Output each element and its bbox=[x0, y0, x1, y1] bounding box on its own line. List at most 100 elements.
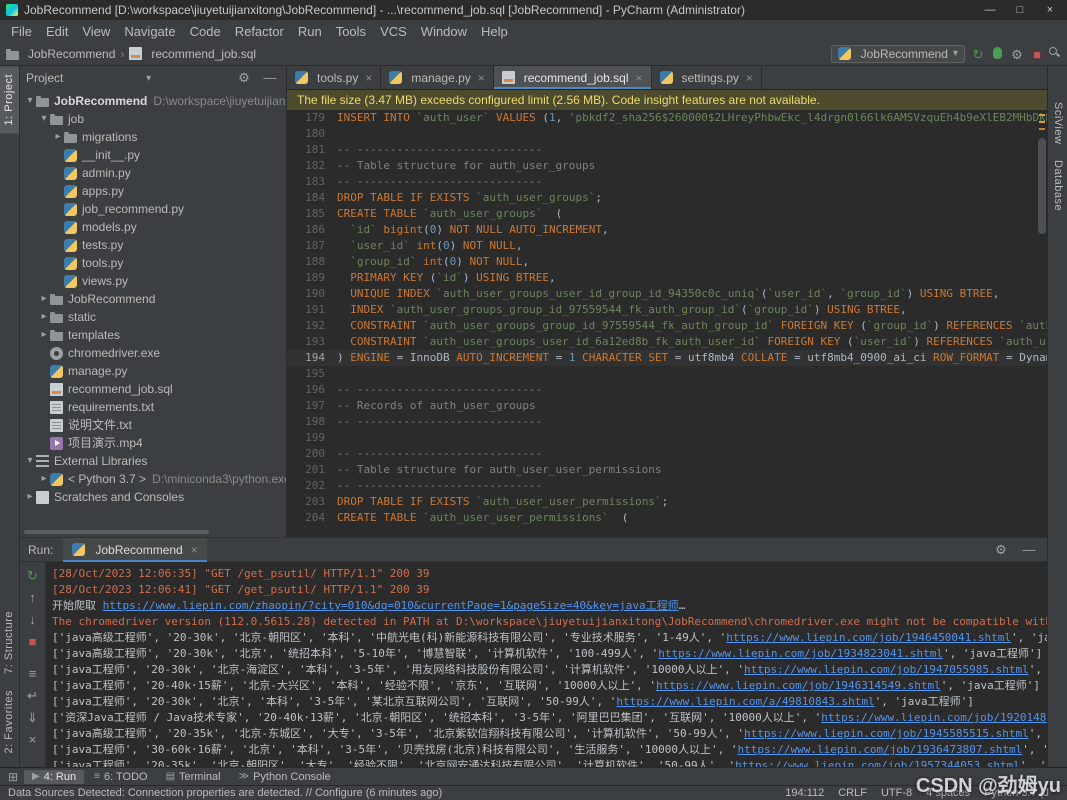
editor-scrollbar[interactable] bbox=[1037, 110, 1047, 537]
close-icon[interactable]: × bbox=[365, 71, 372, 85]
expand-arrow-icon[interactable]: ▸ bbox=[24, 488, 36, 506]
code-line[interactable]: 203DROP TABLE IF EXISTS `auth_user_user_… bbox=[287, 494, 1047, 510]
tree-item[interactable]: job_recommend.py bbox=[20, 200, 286, 218]
menu-edit[interactable]: Edit bbox=[39, 22, 75, 41]
code-line[interactable]: 188 `group_id` int(0) NOT NULL, bbox=[287, 254, 1047, 270]
console-output[interactable]: [28/Oct/2023 12:06:35] "GET /get_psutil/… bbox=[46, 562, 1047, 767]
code-line[interactable]: 190 UNIQUE INDEX `auth_user_groups_user_… bbox=[287, 286, 1047, 302]
tree-item[interactable]: views.py bbox=[20, 272, 286, 290]
menu-icon[interactable]: ≡ bbox=[23, 665, 43, 683]
close-button[interactable]: × bbox=[1035, 4, 1065, 16]
status-message[interactable]: Data Sources Detected: Connection proper… bbox=[8, 787, 785, 799]
tool-window-button[interactable]: ▤Terminal bbox=[158, 770, 229, 784]
tool-stripe-button[interactable]: 2: Favorites bbox=[0, 682, 19, 761]
tree-item[interactable]: manage.py bbox=[20, 362, 286, 380]
tool-stripe-button[interactable]: 7: Structure bbox=[0, 603, 19, 682]
expand-arrow-icon[interactable]: ▸ bbox=[38, 308, 50, 326]
tree-item[interactable]: models.py bbox=[20, 218, 286, 236]
down-icon[interactable]: ↓ bbox=[23, 611, 43, 629]
tool-windows-icon[interactable]: ⊞ bbox=[4, 770, 22, 784]
console-link[interactable]: https://www.liepin.com/job/1957344053.sh… bbox=[735, 759, 1020, 767]
expand-arrow-icon[interactable]: ▸ bbox=[38, 290, 50, 308]
tree-item[interactable]: ▾External Libraries bbox=[20, 452, 286, 470]
tree-item[interactable]: ▸templates bbox=[20, 326, 286, 344]
code-line[interactable]: 193 CONSTRAINT `auth_user_groups_user_id… bbox=[287, 334, 1047, 350]
hide-icon[interactable]: — bbox=[260, 69, 280, 87]
code-line[interactable]: 183-- ---------------------------- bbox=[287, 174, 1047, 190]
editor-tab[interactable]: settings.py× bbox=[652, 66, 762, 89]
code-line[interactable]: 181-- ---------------------------- bbox=[287, 142, 1047, 158]
code-line[interactable]: 182-- Table structure for auth_user_grou… bbox=[287, 158, 1047, 174]
tree-item[interactable]: tests.py bbox=[20, 236, 286, 254]
tool-window-button[interactable]: ≫Python Console bbox=[231, 770, 339, 784]
debug-icon[interactable] bbox=[993, 47, 1002, 59]
close-icon[interactable]: × bbox=[635, 71, 642, 85]
tree-item[interactable]: ▾job bbox=[20, 110, 286, 128]
collapse-arrow-icon[interactable]: ▾ bbox=[24, 92, 36, 110]
code-line[interactable]: 187 `user_id` int(0) NOT NULL, bbox=[287, 238, 1047, 254]
menu-run[interactable]: Run bbox=[291, 22, 329, 41]
editor-tab[interactable]: manage.py× bbox=[381, 66, 493, 89]
softwrap-icon[interactable]: ↵ bbox=[23, 687, 43, 705]
console-link[interactable]: https://www.liepin.com/job/1920148695.sh… bbox=[821, 711, 1047, 724]
tool-stripe-button[interactable]: Database bbox=[1048, 152, 1067, 219]
close-icon[interactable]: × bbox=[478, 71, 485, 85]
console-link[interactable]: https://www.liepin.com/job/1947055985.sh… bbox=[744, 663, 1029, 676]
menu-view[interactable]: View bbox=[75, 22, 117, 41]
console-link[interactable]: https://www.liepin.com/zhaopin/?city=010… bbox=[103, 599, 679, 612]
project-panel-title[interactable]: Project bbox=[26, 71, 63, 85]
menu-file[interactable]: File bbox=[4, 22, 39, 41]
code-line[interactable]: 204CREATE TABLE `auth_user_user_permissi… bbox=[287, 510, 1047, 526]
status-item[interactable]: 194:112 bbox=[785, 787, 824, 799]
console-link[interactable]: https://www.liepin.com/job/1945585515.sh… bbox=[744, 727, 1029, 740]
code-line[interactable]: 198-- ---------------------------- bbox=[287, 414, 1047, 430]
tree-item[interactable]: recommend_job.sql bbox=[20, 380, 286, 398]
menu-help[interactable]: Help bbox=[474, 22, 515, 41]
console-link[interactable]: https://www.liepin.com/job/1946450041.sh… bbox=[726, 631, 1011, 644]
scroll-end-icon[interactable]: ⇓ bbox=[23, 709, 43, 727]
search-icon[interactable] bbox=[1047, 45, 1061, 59]
tree-item[interactable]: requirements.txt bbox=[20, 398, 286, 416]
tree-item[interactable]: admin.py bbox=[20, 164, 286, 182]
settings-icon[interactable]: ⚙ bbox=[991, 541, 1011, 559]
code-line[interactable]: 195 bbox=[287, 366, 1047, 382]
tool-stripe-button[interactable]: 1: Project bbox=[0, 66, 19, 133]
expand-arrow-icon[interactable]: ▸ bbox=[38, 470, 50, 488]
menu-tools[interactable]: Tools bbox=[329, 22, 373, 41]
editor-tab[interactable]: tools.py× bbox=[287, 66, 381, 89]
stop-icon[interactable]: ■ bbox=[23, 633, 43, 651]
tree-item[interactable]: ▸Scratches and Consoles bbox=[20, 488, 286, 506]
console-link[interactable]: https://www.liepin.com/job/1936473807.sh… bbox=[737, 743, 1022, 756]
status-item[interactable]: Python 3.7 (J bbox=[984, 787, 1049, 799]
status-item[interactable]: CRLF bbox=[838, 787, 867, 799]
code-line[interactable]: 186 `id` bigint(0) NOT NULL AUTO_INCREME… bbox=[287, 222, 1047, 238]
minimize-button[interactable]: — bbox=[975, 4, 1005, 16]
code-line[interactable]: 179INSERT INTO `auth_user` VALUES (1, 'p… bbox=[287, 110, 1047, 126]
code-line[interactable]: 192 CONSTRAINT `auth_user_groups_group_i… bbox=[287, 318, 1047, 334]
close-icon[interactable]: × bbox=[746, 71, 753, 85]
code-line[interactable]: 199 bbox=[287, 430, 1047, 446]
close-icon[interactable]: × bbox=[191, 543, 198, 557]
code-line[interactable]: 200-- ---------------------------- bbox=[287, 446, 1047, 462]
code-line[interactable]: 180 bbox=[287, 126, 1047, 142]
tool-window-button[interactable]: ▶4: Run bbox=[24, 770, 84, 784]
run-configuration-select[interactable]: JobRecommend ▾ bbox=[831, 45, 965, 63]
collapse-arrow-icon[interactable]: ▾ bbox=[38, 110, 50, 128]
run-tab[interactable]: JobRecommend × bbox=[63, 538, 206, 562]
expand-arrow-icon[interactable]: ▸ bbox=[38, 326, 50, 344]
tree-item[interactable]: 说明文件.txt bbox=[20, 416, 286, 434]
menu-refactor[interactable]: Refactor bbox=[228, 22, 291, 41]
menu-navigate[interactable]: Navigate bbox=[117, 22, 182, 41]
expand-arrow-icon[interactable]: ▸ bbox=[52, 128, 64, 146]
hide-icon[interactable]: — bbox=[1019, 541, 1039, 559]
tree-item[interactable]: __init__.py bbox=[20, 146, 286, 164]
tree-item[interactable]: ▸< Python 3.7 >D:\miniconda3\python.exe bbox=[20, 470, 286, 488]
menu-vcs[interactable]: VCS bbox=[373, 22, 414, 41]
code-line[interactable]: 185CREATE TABLE `auth_user_groups` ( bbox=[287, 206, 1047, 222]
editor-tab[interactable]: recommend_job.sql× bbox=[494, 66, 652, 89]
tree-item[interactable]: 项目演示.mp4 bbox=[20, 434, 286, 452]
tree-item[interactable]: ▸static bbox=[20, 308, 286, 326]
code-line[interactable]: 189 PRIMARY KEY (`id`) USING BTREE, bbox=[287, 270, 1047, 286]
stop-icon[interactable]: ■ bbox=[1027, 46, 1047, 64]
horizontal-scrollbar[interactable] bbox=[24, 530, 209, 534]
